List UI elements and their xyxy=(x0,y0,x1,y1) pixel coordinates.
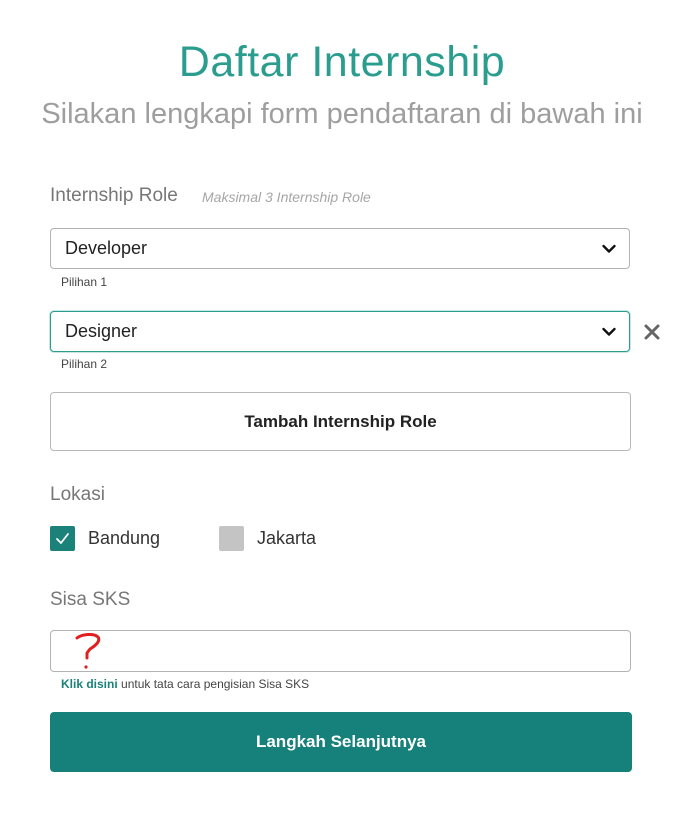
role-select-2-caption: Pilihan 2 xyxy=(61,357,108,371)
internship-role-hint: Maksimal 3 Internship Role xyxy=(202,189,371,205)
role-select-2-value: Designer xyxy=(65,321,138,341)
role-select-1[interactable]: Developer xyxy=(50,228,630,269)
registration-page: Daftar Internship Silakan lengkapi form … xyxy=(0,0,697,823)
page-title: Daftar Internship xyxy=(178,38,506,86)
role-select-2[interactable]: Designer xyxy=(50,311,630,352)
chevron-down-icon xyxy=(602,244,616,253)
location-label: Lokasi xyxy=(50,484,105,505)
jakarta-label: Jakarta xyxy=(257,528,317,548)
add-internship-role-button[interactable]: Tambah Internship Role xyxy=(50,392,631,451)
close-icon[interactable] xyxy=(643,323,661,341)
sisa-sks-label: Sisa SKS xyxy=(50,589,131,610)
location-option-jakarta[interactable]: Jakarta xyxy=(219,526,316,551)
next-step-button[interactable]: Langkah Selanjutnya xyxy=(50,712,632,772)
sisa-sks-input[interactable] xyxy=(50,630,631,672)
sisa-sks-help: Klik disini untuk tata cara pengisian Si… xyxy=(61,677,309,691)
jakarta-checkbox[interactable] xyxy=(219,526,244,551)
internship-role-label: Internship Role xyxy=(50,185,178,206)
question-mark-annotation xyxy=(75,633,101,669)
bandung-label: Bandung xyxy=(88,528,161,548)
role-select-1-value: Developer xyxy=(65,238,148,258)
chevron-down-icon xyxy=(602,327,616,336)
role-select-1-caption: Pilihan 1 xyxy=(61,275,108,289)
sisa-sks-help-text: untuk tata cara pengisian Sisa SKS xyxy=(117,677,310,691)
check-icon xyxy=(56,533,69,544)
location-option-bandung[interactable]: Bandung xyxy=(50,526,160,551)
bandung-checkbox[interactable] xyxy=(50,526,75,551)
sisa-sks-help-link[interactable]: Klik disini xyxy=(61,677,118,691)
page-subtitle: Silakan lengkapi form pendaftaran di baw… xyxy=(41,98,643,130)
